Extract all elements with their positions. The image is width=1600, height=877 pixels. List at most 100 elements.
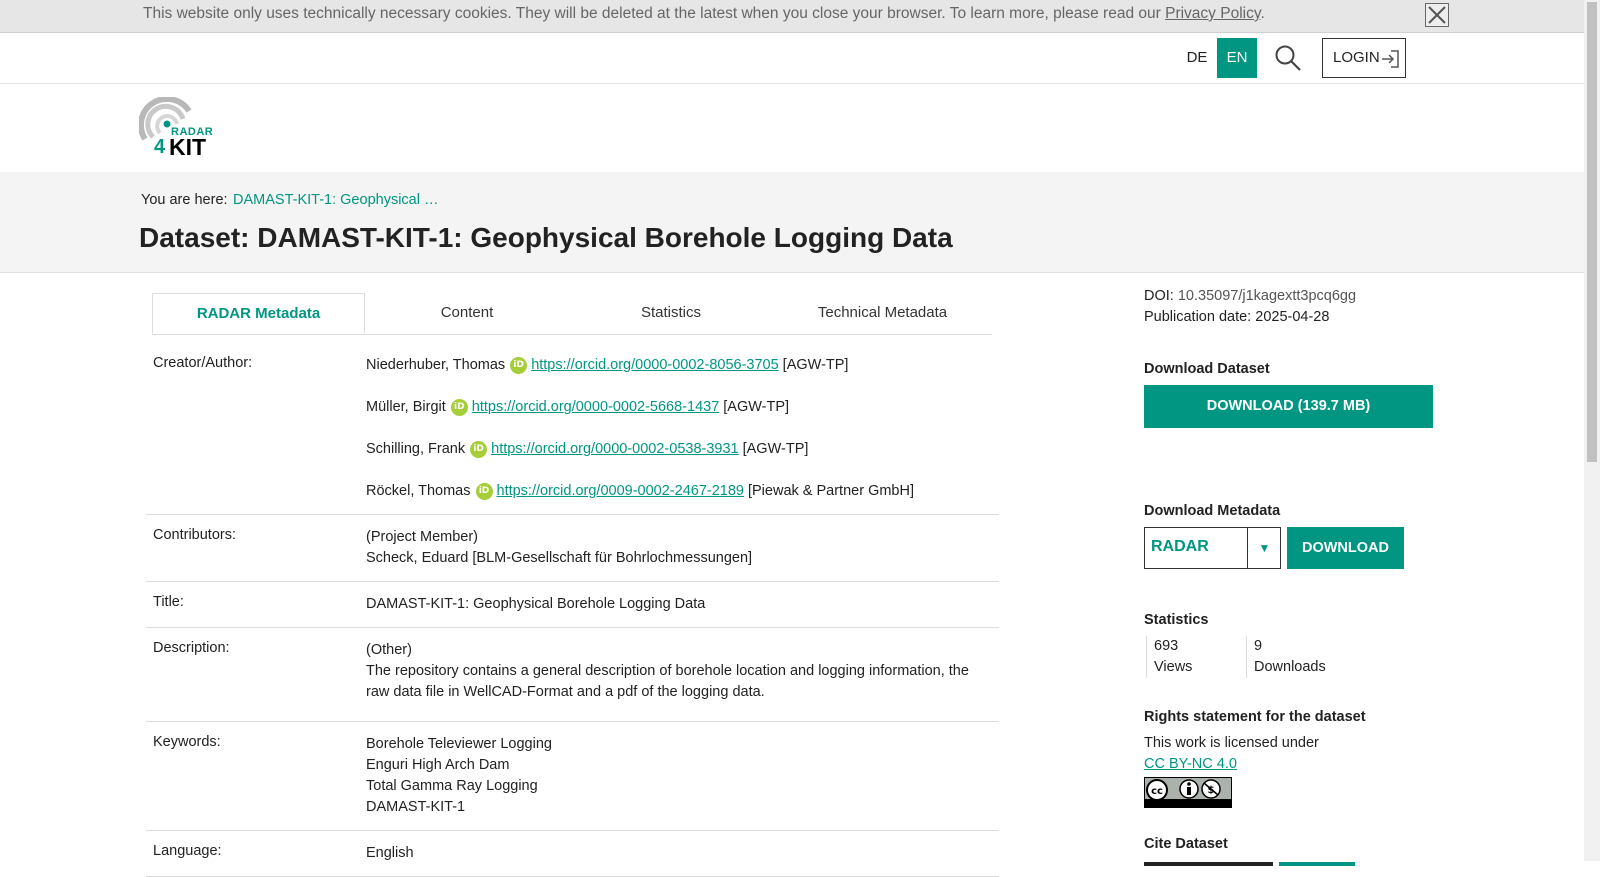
table-row-creators: Creator/Author: Niederhuber, Thomas iD h… [146,343,999,515]
doi-label: DOI: [1144,288,1174,304]
download-metadata-button[interactable]: DOWNLOAD [1287,527,1404,569]
top-navigation: DE EN LOGIN [0,33,1584,84]
privacy-policy-link[interactable]: Privacy Policy [1165,5,1260,22]
download-metadata-heading: Download Metadata [1144,503,1281,519]
tab-statistics[interactable]: Statistics [569,293,773,334]
breadcrumb-label: You are here: [141,192,228,208]
title-band: You are here: DAMAST-KIT-1: Geophysical … [0,172,1584,273]
dataset-sidebar: DOI: 10.35097/j1kagextt3pcq6gg Publicati… [1144,286,1444,852]
cookie-suffix: . [1260,5,1265,22]
tab-radar-metadata[interactable]: RADAR Metadata [152,293,365,334]
cookie-close-button[interactable] [1425,3,1449,27]
author-item: Röckel, Thomas iD https://orcid.org/0009… [366,481,987,502]
cc-badge-label-bar [1145,799,1231,807]
logo-text-kit: KIT [169,134,207,160]
downloads-count: 9 [1254,638,1263,654]
views-stat: 693 Views [1146,636,1249,678]
orcid-icon: iD [450,399,468,416]
cookie-text: This website only uses technically neces… [143,5,1166,22]
login-label: LOGIN [1333,49,1380,66]
views-label: Views [1154,659,1193,675]
author-item: Niederhuber, Thomas iD https://orcid.org… [366,355,987,397]
author-name: Müller, Birgit [366,399,446,415]
tab-content[interactable]: Content [365,293,569,334]
license-link[interactable]: CC BY-NC 4.0 [1144,756,1237,772]
table-row-keywords: Keywords: Borehole Televiewer Logging En… [146,722,999,831]
orcid-icon: iD [470,441,488,458]
page-title: Dataset: DAMAST-KIT-1: Geophysical Boreh… [139,222,953,253]
search-icon [1275,45,1301,71]
doi-value: 10.35097/j1kagextt3pcq6gg [1177,288,1357,304]
author-name: Schilling, Frank [366,441,466,457]
scrollbar-thumb[interactable] [1587,2,1597,462]
publication-date-label: Publication date: [1144,309,1252,325]
author-name: Röckel, Thomas [366,483,471,499]
keywords-value: Borehole Televiewer Logging Enguri High … [366,722,999,830]
orcid-icon: iD [475,483,493,500]
download-dataset-heading: Download Dataset [1144,361,1270,377]
cookie-message: This website only uses technically neces… [143,5,1265,23]
tab-technical-metadata[interactable]: Technical Metadata [773,293,992,334]
table-row-contributors: Contributors: (Project Member) Scheck, E… [146,515,999,582]
author-affiliation: [AGW-TP] [742,441,809,457]
description-value: (Other) The repository contains a genera… [366,628,999,721]
close-icon [1428,6,1446,24]
rights-heading: Rights statement for the dataset [1144,709,1366,725]
orcid-link[interactable]: https://orcid.org/0000-0002-8056-3705 [531,355,778,376]
language-value: English [366,845,414,861]
breadcrumb-current-link[interactable]: DAMAST-KIT-1: Geophysical … [233,192,438,208]
page-scrollbar[interactable] [1584,0,1600,861]
chevron-down-icon: ▼ [1247,528,1281,568]
cc-license-badge[interactable]: cc $ [1144,777,1232,808]
table-row-title: Title: DAMAST-KIT-1: Geophysical Borehol… [146,582,999,628]
metadata-format-select[interactable]: RADAR ▼ [1144,527,1281,569]
language-en-button[interactable]: EN [1217,38,1257,78]
login-button[interactable]: LOGIN [1322,38,1406,78]
cite-button[interactable] [1279,862,1355,866]
description-label: Description: [153,640,230,656]
metadata-table: Creator/Author: Niederhuber, Thomas iD h… [146,343,999,877]
publication-date-value: 2025-04-28 [1255,309,1330,325]
orcid-link[interactable]: https://orcid.org/0009-0002-2467-2189 [497,481,744,502]
keyword-item: Borehole Televiewer Logging [366,736,552,752]
contributors-value: (Project Member) Scheck, Eduard [BLM-Ges… [366,515,999,581]
contributors-label: Contributors: [153,527,237,543]
svg-text:cc: cc [1151,786,1163,797]
orcid-icon: iD [510,357,528,374]
login-icon [1382,50,1399,68]
search-button[interactable] [1274,44,1302,72]
cite-format-select[interactable] [1144,862,1273,866]
contributor-role: (Project Member) [366,529,478,545]
title-label: Title: [153,594,184,610]
cc-by-nc-icon: cc $ [1146,779,1221,800]
author-affiliation: [AGW-TP] [723,399,790,415]
contributor-name: Scheck, Eduard [BLM-Gesellschaft für Boh… [366,550,753,566]
metadata-tabs: RADAR Metadata Content Statistics Techni… [152,293,992,335]
download-dataset-button[interactable]: DOWNLOAD (139.7 MB) [1144,385,1433,428]
keyword-item: Enguri High Arch Dam [366,757,510,773]
radar4kit-logo[interactable]: RADAR 4 KIT [137,95,219,161]
cookie-banner: This website only uses technically neces… [0,0,1584,33]
keyword-item: DAMAST-KIT-1 [366,799,466,815]
orcid-link[interactable]: https://orcid.org/0000-0002-5668-1437 [472,397,719,418]
orcid-link[interactable]: https://orcid.org/0000-0002-0538-3931 [491,439,738,460]
cite-dataset-heading: Cite Dataset [1144,836,1228,852]
author-item: Müller, Birgit iD https://orcid.org/0000… [366,397,987,439]
language-de-button[interactable]: DE [1177,38,1217,78]
keyword-item: Total Gamma Ray Logging [366,778,538,794]
author-name: Niederhuber, Thomas [366,357,506,373]
author-affiliation: [Piewak & Partner GmbH] [747,483,914,499]
metadata-format-value: RADAR [1151,538,1209,555]
language-label: Language: [153,843,222,859]
keywords-label: Keywords: [153,734,221,750]
table-row-description: Description: (Other) The repository cont… [146,628,999,722]
statistics-heading: Statistics [1144,612,1209,628]
title-value: DAMAST-KIT-1: Geophysical Borehole Loggi… [366,596,706,612]
author-affiliation: [AGW-TP] [782,357,849,373]
creator-label: Creator/Author: [153,355,253,371]
creator-list: Niederhuber, Thomas iD https://orcid.org… [366,343,999,514]
downloads-label: Downloads [1254,659,1326,675]
description-text: The repository contains a general descri… [366,663,969,700]
downloads-stat: 9 Downloads [1246,636,1374,678]
author-item: Schilling, Frank iD https://orcid.org/00… [366,439,987,481]
